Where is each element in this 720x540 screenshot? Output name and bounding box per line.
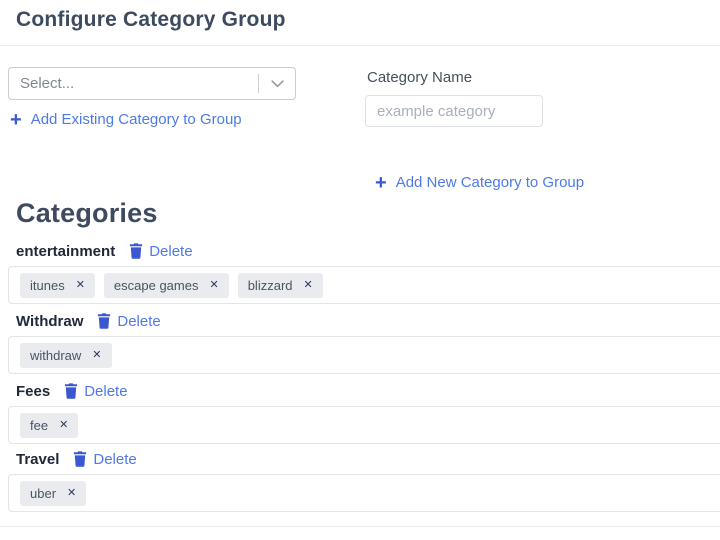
delete-label: Delete [93, 450, 137, 468]
existing-category-select[interactable]: Select... [8, 67, 296, 100]
remove-tag-icon[interactable]: ✕ [76, 279, 85, 291]
add-new-category-button[interactable]: + Add New Category to Group [375, 171, 585, 194]
tag-label: blizzard [247, 277, 293, 293]
select-placeholder-text: Select... [20, 75, 75, 92]
footer-divider [0, 526, 720, 527]
delete-category-button[interactable]: Delete [64, 382, 128, 400]
category-section: Travel Delete uber ✕ [0, 448, 720, 512]
delete-category-button[interactable]: Delete [73, 450, 137, 468]
tag-label: withdraw [30, 347, 82, 363]
category-name: Travel [16, 450, 60, 468]
tag-chip: blizzard ✕ [237, 272, 323, 298]
category-tags-container: withdraw ✕ [8, 336, 720, 374]
delete-label: Delete [117, 312, 161, 330]
category-tags-container: itunes ✕ escape games ✕ blizzard ✕ [8, 266, 720, 304]
category-tags-container: uber ✕ [8, 474, 720, 512]
delete-label: Delete [84, 382, 128, 400]
remove-tag-icon[interactable]: ✕ [92, 349, 101, 361]
trash-icon [129, 243, 143, 259]
category-name: Fees [16, 382, 51, 400]
tag-chip: uber ✕ [20, 480, 87, 506]
remove-tag-icon[interactable]: ✕ [67, 487, 76, 499]
category-name: entertainment [16, 242, 116, 260]
chevron-down-icon[interactable] [259, 79, 295, 88]
delete-category-button[interactable]: Delete [129, 242, 193, 260]
delete-category-button[interactable]: Delete [97, 312, 161, 330]
tag-chip: itunes ✕ [20, 272, 95, 298]
tag-label: uber [30, 485, 57, 501]
add-existing-category-label: Add Existing Category to Group [30, 111, 242, 128]
tag-chip: fee ✕ [20, 412, 79, 438]
tag-label: escape games [113, 277, 199, 293]
category-section: Withdraw Delete withdraw ✕ [0, 310, 720, 374]
configure-category-group-page: Configure Category Group Select... + Add… [0, 0, 720, 540]
add-existing-category-button[interactable]: + Add Existing Category to Group [10, 108, 242, 131]
categories-heading: Categories [16, 198, 158, 228]
plus-icon: + [10, 108, 22, 131]
category-name-label: Category Name [367, 69, 473, 86]
trash-icon [73, 451, 87, 467]
category-section: Fees Delete fee ✕ [0, 380, 720, 444]
tag-label: itunes [30, 277, 65, 293]
remove-tag-icon[interactable]: ✕ [304, 279, 313, 291]
add-new-category-label: Add New Category to Group [395, 174, 585, 191]
trash-icon [64, 383, 78, 399]
category-tags-container: fee ✕ [8, 406, 720, 444]
remove-tag-icon[interactable]: ✕ [59, 419, 68, 431]
category-section: entertainment Delete itunes ✕ escape gam… [0, 240, 720, 304]
category-name: Withdraw [16, 312, 84, 330]
category-name-input[interactable] [365, 95, 543, 127]
trash-icon [97, 313, 111, 329]
plus-icon: + [375, 171, 387, 194]
delete-label: Delete [149, 242, 193, 260]
tag-chip: withdraw ✕ [20, 342, 112, 368]
tag-chip: escape games ✕ [103, 272, 229, 298]
page-title: Configure Category Group [16, 8, 286, 31]
header-divider [0, 45, 720, 46]
remove-tag-icon[interactable]: ✕ [209, 279, 218, 291]
tag-label: fee [30, 417, 49, 433]
